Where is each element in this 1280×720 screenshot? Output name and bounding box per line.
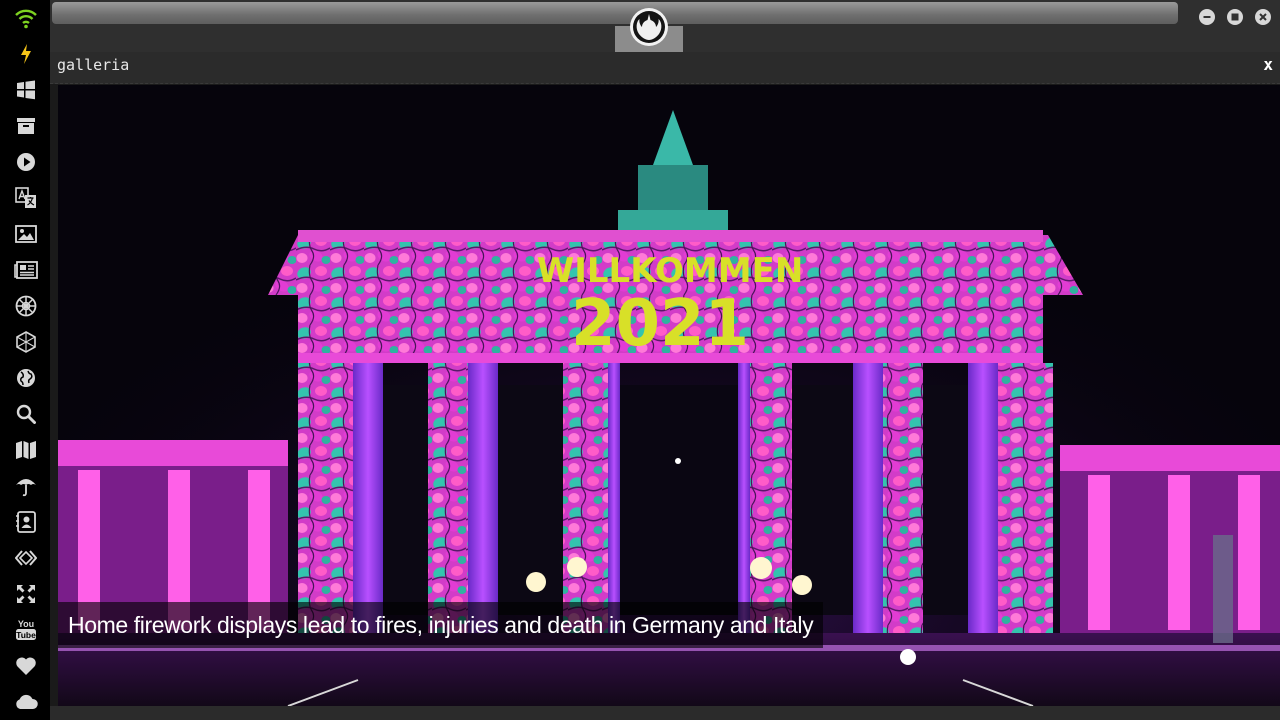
archive-box-icon[interactable]	[13, 113, 39, 139]
umbrella-icon[interactable]	[13, 473, 39, 499]
lightning-icon[interactable]	[13, 41, 39, 67]
panel-close-button[interactable]: x	[1263, 55, 1273, 74]
maximize-icon	[1231, 13, 1239, 21]
map-icon[interactable]	[13, 437, 39, 463]
youtube-text-1: You	[18, 619, 34, 629]
rebel-alliance-icon[interactable]	[630, 8, 668, 46]
youtube-icon[interactable]: You Tube	[13, 617, 39, 643]
panel-title: galleria	[57, 56, 130, 74]
translate-icon[interactable]	[13, 185, 39, 211]
image-text-2021: 2021	[571, 287, 749, 361]
windows-icon[interactable]	[13, 77, 39, 103]
newspaper-icon[interactable]	[13, 257, 39, 283]
contacts-icon[interactable]	[13, 509, 39, 535]
galactic-empire-icon[interactable]	[13, 293, 39, 319]
maximize-button[interactable]	[1227, 9, 1243, 25]
wifi-icon[interactable]	[13, 5, 39, 31]
cloud-icon[interactable]	[13, 689, 39, 715]
hexagon-sphere-icon[interactable]	[13, 329, 39, 355]
close-button[interactable]	[1255, 9, 1271, 25]
play-circle-icon[interactable]	[13, 149, 39, 175]
globe-icon[interactable]	[13, 365, 39, 391]
heart-icon[interactable]	[13, 653, 39, 679]
expand-arrows-icon[interactable]	[13, 581, 39, 607]
minimize-button[interactable]	[1199, 9, 1215, 25]
minimize-icon	[1203, 16, 1211, 18]
sidebar: You Tube	[0, 0, 50, 720]
search-icon[interactable]	[13, 401, 39, 427]
bottom-strip	[50, 706, 1280, 720]
address-bar[interactable]	[52, 2, 1178, 24]
close-icon	[1259, 13, 1267, 21]
image-icon[interactable]	[13, 221, 39, 247]
gallery-caption: Home firework displays lead to fires, in…	[58, 602, 824, 648]
code-diamond-icon[interactable]	[13, 545, 39, 571]
image-text-willkommen: WILLKOMMEN	[537, 251, 804, 291]
youtube-text-2: Tube	[16, 630, 36, 640]
panel-header: galleria x	[50, 52, 1280, 84]
